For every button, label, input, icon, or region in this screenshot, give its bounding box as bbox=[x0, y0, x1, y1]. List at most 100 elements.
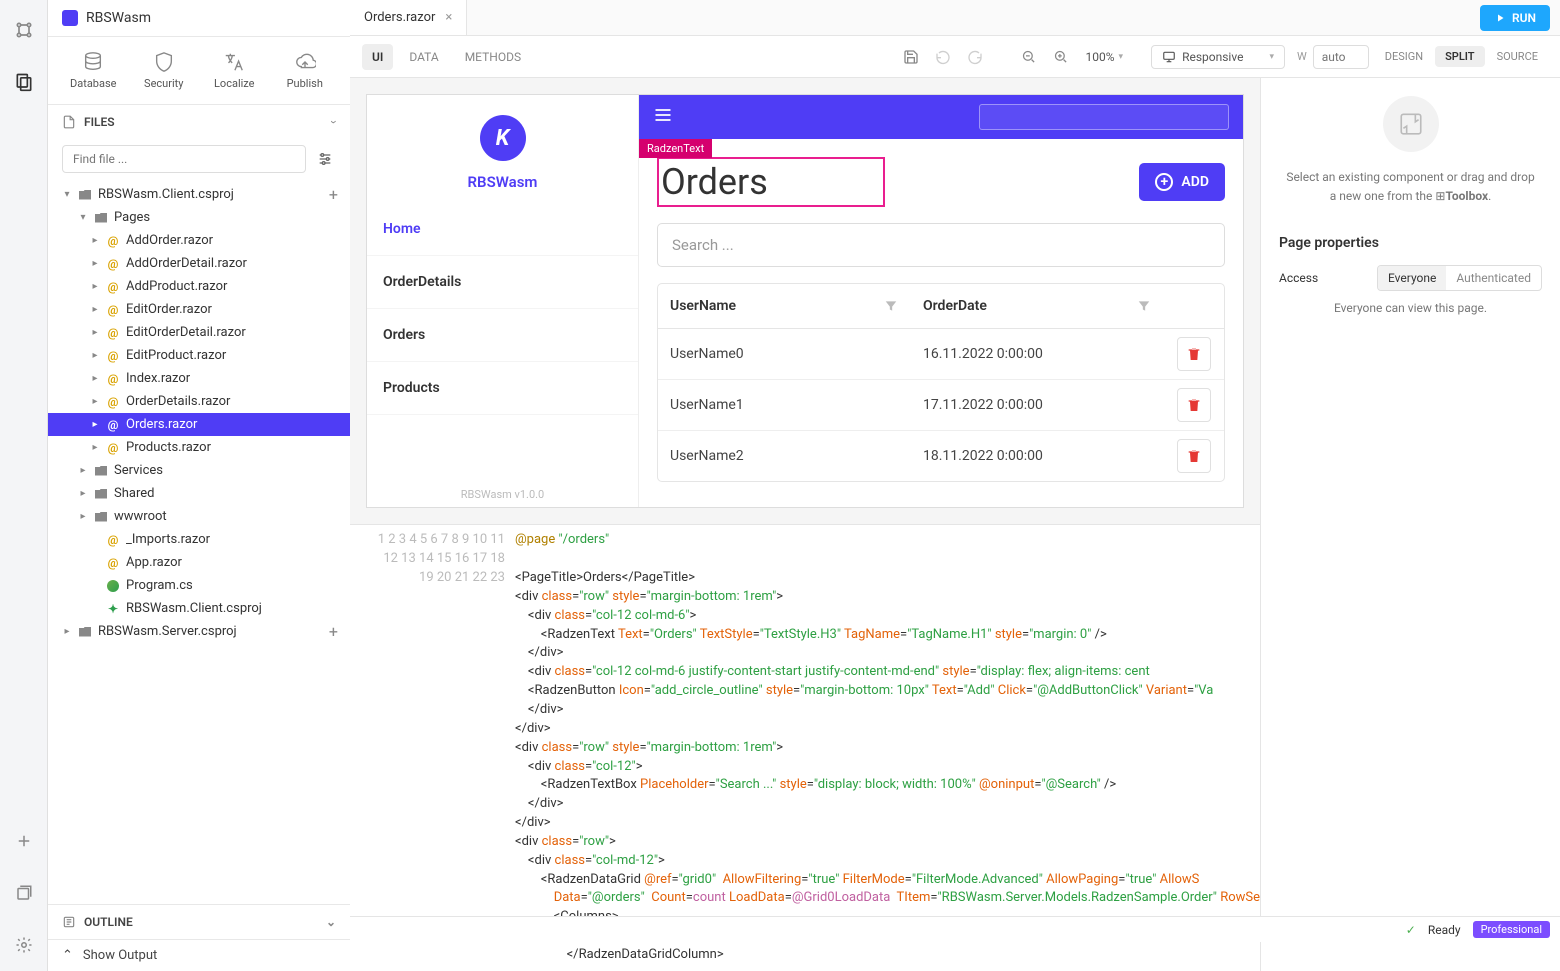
filter-settings-icon[interactable] bbox=[314, 148, 336, 170]
redo-icon[interactable] bbox=[962, 44, 988, 70]
tree-file[interactable]: ▸@AddProduct.razor bbox=[48, 275, 350, 298]
main-area: Orders.razor × RUN UI DATA METHODS 100% bbox=[350, 0, 1560, 971]
filter-icon[interactable] bbox=[871, 284, 911, 328]
zoom-out-icon[interactable] bbox=[1016, 44, 1042, 70]
tree-folder-shared[interactable]: ▸Shared bbox=[48, 482, 350, 505]
add-button[interactable]: + ADD bbox=[1139, 163, 1225, 201]
tree-file-program[interactable]: Program.cs bbox=[48, 574, 350, 597]
access-everyone[interactable]: Everyone bbox=[1378, 266, 1446, 290]
razor-icon: @ bbox=[106, 441, 120, 455]
mode-methods[interactable]: METHODS bbox=[455, 44, 531, 70]
sidebar-item-products[interactable]: Products bbox=[367, 362, 638, 415]
undo-icon[interactable] bbox=[930, 44, 956, 70]
column-username[interactable]: UserName bbox=[658, 284, 871, 328]
tree-file-app[interactable]: @App.razor bbox=[48, 551, 350, 574]
table-row[interactable]: UserName0 16.11.2022 0:00:00 bbox=[658, 329, 1224, 380]
device-icon bbox=[1162, 50, 1176, 64]
chevron-up-icon: ⌃ bbox=[62, 948, 73, 963]
settings-gear-icon[interactable] bbox=[12, 933, 36, 957]
tree-file[interactable]: ▸@Products.razor bbox=[48, 436, 350, 459]
close-icon[interactable]: × bbox=[445, 10, 452, 25]
razor-icon: @ bbox=[106, 280, 120, 294]
view-design[interactable]: DESIGN bbox=[1375, 46, 1433, 67]
tree-file[interactable]: ▸@Orders.razor bbox=[48, 413, 350, 436]
delete-button[interactable] bbox=[1177, 388, 1211, 422]
topbar-search[interactable] bbox=[979, 104, 1229, 130]
design-canvas: K RBSWasm Home OrderDetails Orders Produ… bbox=[350, 78, 1260, 524]
editor-tab[interactable]: Orders.razor × bbox=[350, 0, 467, 35]
tree-project-client[interactable]: ▾RBSWasm.Client.csproj bbox=[48, 183, 350, 206]
zoom-value[interactable]: 100% bbox=[1080, 50, 1130, 64]
outline-header[interactable]: OUTLINE ⌄ bbox=[48, 904, 350, 939]
tree-file-imports[interactable]: @_Imports.razor bbox=[48, 528, 350, 551]
app-logo-icon: K bbox=[480, 115, 526, 161]
show-output-button[interactable]: ⌃ Show Output bbox=[48, 939, 350, 971]
sidebar-item-orderdetails[interactable]: OrderDetails bbox=[367, 256, 638, 309]
tree-file-csproj[interactable]: ✦RBSWasm.Client.csproj bbox=[48, 597, 350, 620]
razor-icon: @ bbox=[106, 418, 120, 432]
razor-icon: @ bbox=[106, 556, 120, 570]
code-body[interactable]: @page "/orders" <PageTitle>Orders</PageT… bbox=[515, 525, 1260, 970]
tree-project-server[interactable]: ▸RBSWasm.Server.csproj bbox=[48, 620, 350, 643]
sidebar-item-orders[interactable]: Orders bbox=[367, 309, 638, 362]
selected-component[interactable]: Orders bbox=[657, 157, 885, 207]
explorer-icon[interactable] bbox=[12, 70, 36, 94]
folder-icon bbox=[78, 188, 92, 202]
search-input[interactable]: Search ... bbox=[657, 223, 1225, 267]
tree-file[interactable]: ▸@EditOrder.razor bbox=[48, 298, 350, 321]
chevron-down-icon: ⌄ bbox=[326, 915, 336, 929]
access-authenticated[interactable]: Authenticated bbox=[1446, 266, 1541, 290]
toolbox-placeholder-icon bbox=[1383, 96, 1439, 152]
right-panel: Select an existing component or drag and… bbox=[1260, 78, 1560, 971]
file-tree: ▾RBSWasm.Client.csproj ▾Pages ▸@AddOrder… bbox=[48, 179, 350, 904]
add-circle-icon: + bbox=[1155, 173, 1173, 191]
tree-file[interactable]: ▸@AddOrderDetail.razor bbox=[48, 252, 350, 275]
hamburger-icon[interactable] bbox=[653, 105, 673, 129]
localize-button[interactable]: Localize bbox=[203, 45, 266, 96]
code-panel[interactable]: 1 2 3 4 5 6 7 8 9 10 11 12 13 14 15 16 1… bbox=[350, 524, 1260, 970]
view-split[interactable]: SPLIT bbox=[1435, 46, 1485, 67]
tree-file[interactable]: ▸@AddOrder.razor bbox=[48, 229, 350, 252]
mode-data[interactable]: DATA bbox=[399, 44, 448, 70]
tab-bar: Orders.razor × RUN bbox=[350, 0, 1560, 36]
responsive-select[interactable]: Responsive bbox=[1151, 45, 1285, 69]
status-bar: ✓ Ready Professional bbox=[350, 916, 1560, 942]
razor-icon: @ bbox=[106, 257, 120, 271]
sidebar-item-home[interactable]: Home bbox=[367, 203, 638, 256]
play-icon bbox=[1494, 12, 1506, 24]
database-button[interactable]: Database bbox=[62, 45, 125, 96]
find-file-input[interactable] bbox=[62, 145, 306, 173]
access-note: Everyone can view this page. bbox=[1279, 301, 1542, 315]
column-orderdate[interactable]: OrderDate bbox=[911, 284, 1124, 328]
access-segmented: Everyone Authenticated bbox=[1377, 265, 1542, 291]
delete-button[interactable] bbox=[1177, 337, 1211, 371]
save-icon[interactable] bbox=[898, 44, 924, 70]
save-all-icon[interactable] bbox=[12, 881, 36, 905]
files-header[interactable]: FILES › bbox=[48, 105, 350, 139]
outline-icon bbox=[62, 915, 76, 929]
security-button[interactable]: Security bbox=[133, 45, 196, 96]
folder-icon bbox=[78, 625, 92, 639]
pro-badge: Professional bbox=[1473, 921, 1550, 938]
table-row[interactable]: UserName1 17.11.2022 0:00:00 bbox=[658, 380, 1224, 431]
filter-icon[interactable] bbox=[1124, 284, 1164, 328]
tree-folder-pages[interactable]: ▾Pages bbox=[48, 206, 350, 229]
publish-button[interactable]: Publish bbox=[274, 45, 337, 96]
mode-ui[interactable]: UI bbox=[362, 44, 393, 70]
razor-icon: @ bbox=[106, 326, 120, 340]
tree-file[interactable]: ▸@EditOrderDetail.razor bbox=[48, 321, 350, 344]
tree-file[interactable]: ▸@EditProduct.razor bbox=[48, 344, 350, 367]
table-row[interactable]: UserName2 18.11.2022 0:00:00 bbox=[658, 431, 1224, 481]
page-title: Orders bbox=[661, 161, 768, 203]
add-icon[interactable] bbox=[12, 829, 36, 853]
zoom-in-icon[interactable] bbox=[1048, 44, 1074, 70]
tree-folder-wwwroot[interactable]: ▸wwwroot bbox=[48, 505, 350, 528]
view-source[interactable]: SOURCE bbox=[1487, 46, 1548, 67]
delete-button[interactable] bbox=[1177, 439, 1211, 473]
tree-file[interactable]: ▸@Index.razor bbox=[48, 367, 350, 390]
width-input[interactable] bbox=[1313, 45, 1369, 69]
tree-folder-services[interactable]: ▸Services bbox=[48, 459, 350, 482]
run-button[interactable]: RUN bbox=[1480, 5, 1550, 31]
tree-file[interactable]: ▸@OrderDetails.razor bbox=[48, 390, 350, 413]
tools-icon[interactable] bbox=[12, 18, 36, 42]
